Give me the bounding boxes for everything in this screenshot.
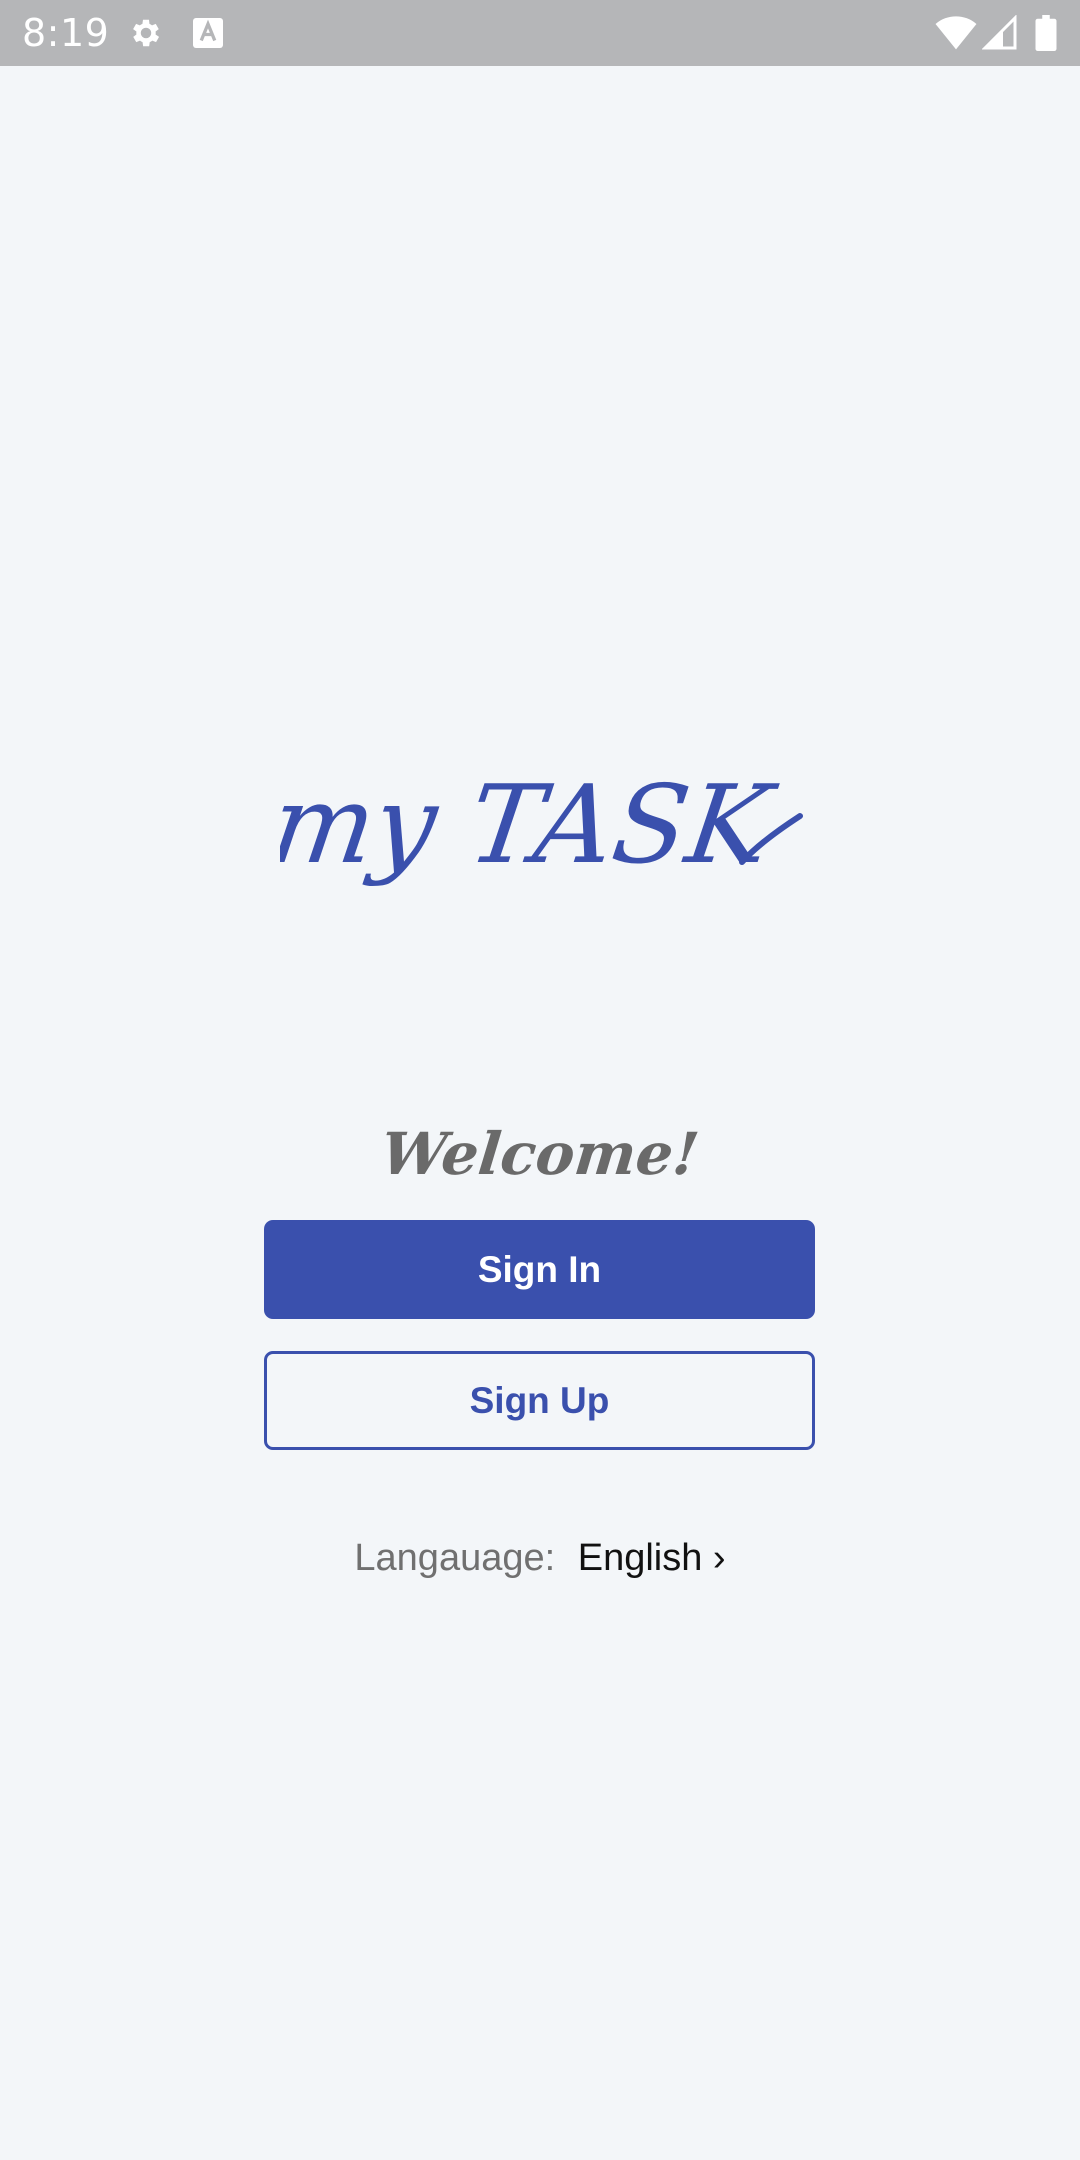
language-selector[interactable]: English › <box>578 1537 726 1579</box>
welcome-heading: Welcome! <box>377 1120 703 1188</box>
battery-icon <box>1035 15 1057 51</box>
language-label: Langauage: <box>354 1537 556 1579</box>
sign-up-label: Sign Up <box>469 1379 610 1421</box>
sign-in-label: Sign In <box>477 1248 602 1290</box>
sign-up-button[interactable]: Sign Up <box>264 1351 815 1450</box>
sign-in-button[interactable]: Sign In <box>264 1220 815 1319</box>
status-bar: 8:19 <box>0 0 1080 66</box>
signal-icon <box>982 15 1017 50</box>
app-logo: my TASK <box>280 770 803 888</box>
logo-text: my TASK <box>280 770 784 888</box>
a-keyboard-icon <box>193 18 223 48</box>
wifi-icon <box>935 16 977 50</box>
status-time: 8:19 <box>22 11 110 55</box>
gear-icon <box>133 19 160 47</box>
language-row: Langauage: English › <box>0 1530 1080 1586</box>
